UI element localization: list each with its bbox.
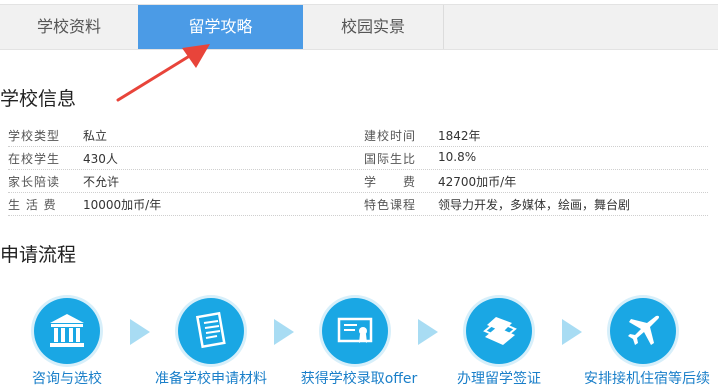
info-value: 10.8% xyxy=(438,150,477,164)
institution-icon xyxy=(50,314,84,347)
info-value: 1842年 xyxy=(438,129,481,143)
step-label: 办理留学签证 xyxy=(457,371,541,387)
school-info-title: 学校信息 xyxy=(0,88,77,110)
step-arrow-icon xyxy=(274,319,294,345)
step-arrow-icon xyxy=(130,319,150,345)
step-circle xyxy=(178,298,244,364)
tab-bar: 学校资料 留学攻略 校园实景 xyxy=(0,4,718,50)
step-label: 准备学校申请材料 xyxy=(155,371,267,387)
books-icon xyxy=(483,317,517,345)
info-row: 学校类型 私立 建校时间 1842年 xyxy=(8,124,708,147)
document-icon xyxy=(195,311,226,349)
info-label: 在校学生 xyxy=(8,152,61,166)
info-label: 国际生比 xyxy=(364,152,417,166)
info-row: 生 活 费 10000加币/年 特色课程 领导力开发，多媒体，绘画，舞台剧 xyxy=(8,193,708,216)
step-circle xyxy=(322,298,388,364)
airplane-icon xyxy=(628,315,660,345)
info-value: 42700加币/年 xyxy=(438,175,517,189)
tab-campus-photos[interactable]: 校园实景 xyxy=(303,5,444,49)
step-circle xyxy=(610,298,676,364)
step-arrow-icon xyxy=(562,319,582,345)
step-label: 安排接机住宿等后续 xyxy=(584,371,710,387)
info-value: 不允许 xyxy=(83,175,120,189)
info-value: 领导力开发，多媒体，绘画，舞台剧 xyxy=(438,198,631,212)
step-circle xyxy=(466,298,532,364)
step-label: 咨询与选校 xyxy=(32,371,102,387)
step-circle xyxy=(34,298,100,364)
info-value: 10000加币/年 xyxy=(83,198,162,212)
info-label: 学校类型 xyxy=(8,129,61,143)
process-title: 申请流程 xyxy=(0,244,77,266)
info-row: 家长陪读 不允许 学 费 42700加币/年 xyxy=(8,170,708,193)
info-row: 在校学生 430人 国际生比 10.8% xyxy=(8,147,708,170)
info-label: 建校时间 xyxy=(364,129,417,143)
info-label: 特色课程 xyxy=(364,198,417,212)
info-label: 家长陪读 xyxy=(8,175,61,189)
step-label: 获得学校录取offer xyxy=(300,371,418,387)
step-arrow-icon xyxy=(418,319,438,345)
info-label: 生 活 费 xyxy=(8,198,57,212)
info-label: 学 费 xyxy=(364,175,417,189)
certificate-icon xyxy=(337,317,373,343)
info-value: 私立 xyxy=(83,129,108,143)
red-arrow-icon xyxy=(116,44,210,102)
info-value: 430人 xyxy=(83,152,118,166)
